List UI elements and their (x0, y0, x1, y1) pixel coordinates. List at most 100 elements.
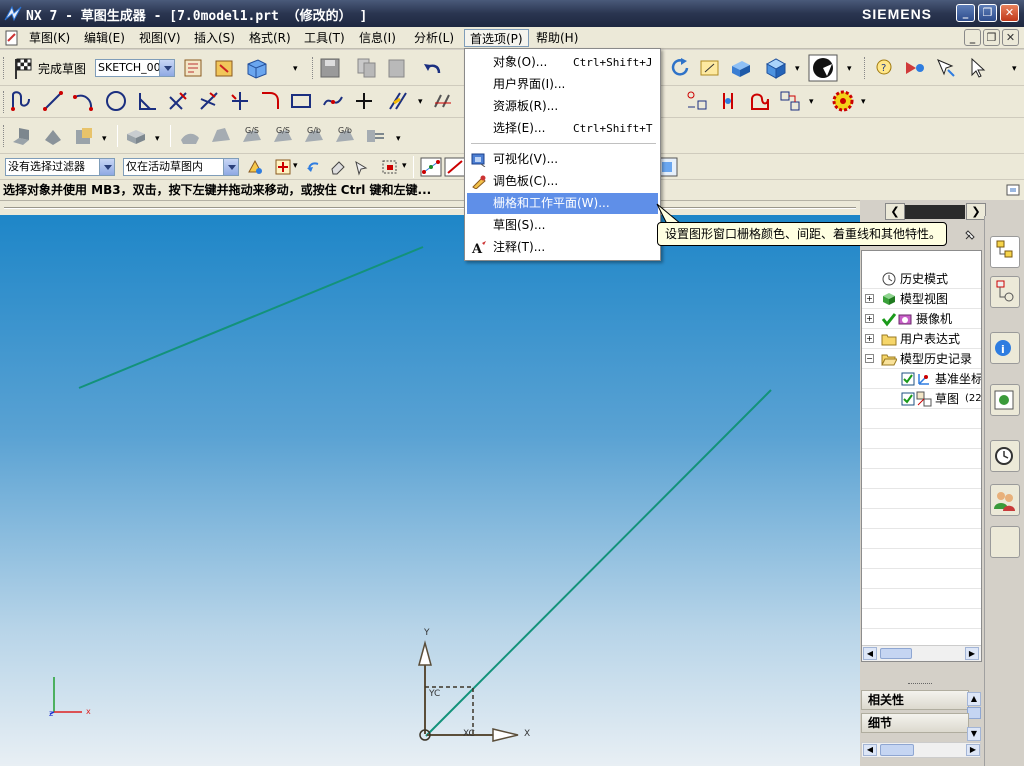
maximize-graphics-icon[interactable] (1005, 182, 1021, 198)
curve-dropdown-icon[interactable]: ▾ (418, 97, 423, 107)
selection-filter-select[interactable]: 没有选择过滤器 (5, 158, 115, 176)
tree-row-history-mode[interactable]: 历史模式 (862, 269, 981, 289)
graphics-window[interactable]: Y X YC XC x z (0, 215, 860, 766)
sketch-name-select[interactable]: SKETCH_000 (95, 59, 175, 77)
help-search-icon[interactable]: ? (872, 56, 896, 80)
menu-preferences[interactable]: 首选项(P) (464, 29, 529, 47)
selection-filter-icon[interactable] (934, 56, 958, 80)
shaded-cube-icon[interactable] (764, 56, 788, 80)
save-icon[interactable] (318, 56, 342, 80)
tree-hscrollbar[interactable]: ◀ ▶ (862, 645, 981, 661)
paste-icon[interactable] (385, 56, 409, 80)
menu-edit[interactable]: 编辑(E) (79, 29, 130, 47)
view-dropdown-icon[interactable]: ▾ (795, 64, 800, 74)
offset-curve-icon[interactable] (386, 89, 410, 113)
toolbar-overflow-icon[interactable]: ▾ (293, 64, 298, 74)
profile-icon[interactable] (9, 89, 33, 113)
sketch-line-2[interactable] (425, 389, 772, 737)
web-browser-tab[interactable] (990, 384, 1020, 416)
undo-select-icon[interactable] (304, 158, 322, 176)
details-scroll-down[interactable]: ▼ (967, 727, 981, 741)
scroll-thumb[interactable] (880, 744, 914, 756)
sweep-icon[interactable] (72, 124, 96, 148)
menu-item-palette[interactable]: 调色板(C)... (467, 171, 658, 192)
tree-row-user-expressions[interactable]: + 用户表达式 (862, 329, 981, 349)
circle-icon[interactable] (104, 89, 128, 113)
dependencies-section[interactable]: 相关性 (861, 690, 969, 710)
sketch-view-icon[interactable] (244, 56, 268, 80)
point-icon[interactable] (352, 89, 376, 113)
copy-icon[interactable] (355, 56, 379, 80)
chamfer-icon[interactable] (166, 89, 190, 113)
quick-extend-icon[interactable] (228, 89, 252, 113)
minimize-button[interactable]: _ (956, 4, 975, 22)
bridge-surface-icon[interactable] (364, 124, 388, 148)
tree-row-sketch[interactable]: 草图 (22 (862, 389, 981, 409)
close-button[interactable]: ✕ (1000, 4, 1019, 22)
tree-row-model-history[interactable]: − 模型历史记录 (862, 349, 981, 369)
nav-scroll-right-button[interactable]: ❯ (966, 203, 986, 220)
menu-item-grid-work-plane[interactable]: 栅格和工作平面(W)... (467, 193, 658, 214)
details-section[interactable]: 细节 (861, 713, 969, 733)
menu-item-user-interface[interactable]: 用户界面(I)... (467, 74, 658, 95)
pointer-icon[interactable] (966, 56, 990, 80)
undo-icon[interactable] (421, 56, 445, 80)
make-corner-icon[interactable] (258, 89, 282, 113)
history-tab[interactable] (990, 440, 1020, 472)
finish-sketch-label[interactable]: 完成草图 (38, 60, 86, 77)
menu-insert[interactable]: 插入(S) (189, 29, 240, 47)
reattach-icon[interactable] (213, 56, 237, 80)
menu-format[interactable]: 格式(R) (244, 29, 296, 47)
sketch-canvas[interactable]: Y X YC XC x z (0, 215, 860, 766)
color-wheel-icon[interactable] (831, 89, 855, 113)
g3-surface-icon[interactable]: G/b (333, 124, 357, 148)
checkbox-checked-icon[interactable] (901, 392, 915, 406)
pick-filter-icon[interactable] (352, 158, 370, 176)
quick-trim-icon[interactable] (197, 89, 221, 113)
menu-item-annotation[interactable]: A 注释(T)... (467, 237, 658, 258)
g2-surface-icon[interactable]: G/b (302, 124, 326, 148)
expand-icon[interactable]: + (865, 294, 874, 303)
toolbar-overflow-icon[interactable]: ▾ (861, 97, 866, 107)
details-hscrollbar[interactable]: ◀ ▶ (861, 742, 981, 758)
menu-view[interactable]: 视图(V) (134, 29, 186, 47)
feature-dropdown-icon[interactable]: ▾ (155, 134, 160, 144)
selection-scope-select[interactable]: 仅在活动草图内 (123, 158, 239, 176)
rectangle-icon[interactable] (289, 89, 313, 113)
scroll-right-arrow[interactable]: ▶ (966, 744, 980, 756)
menu-help[interactable]: 帮助(H) (531, 29, 583, 47)
dependencies-scroll-up[interactable]: ▲ (967, 692, 981, 706)
refresh-icon[interactable] (668, 56, 692, 80)
assembly-navigator-tab[interactable] (990, 236, 1020, 268)
toolbar-overflow-icon[interactable]: ▾ (396, 134, 401, 144)
checkbox-checked-icon[interactable] (901, 372, 915, 386)
empty-tab[interactable] (990, 526, 1020, 558)
tree-row-cameras[interactable]: + 摄像机 (862, 309, 981, 329)
scroll-left-arrow[interactable]: ◀ (863, 744, 877, 756)
menu-item-visualization[interactable]: 可视化(V)... (467, 149, 658, 170)
menu-item-resource-bar[interactable]: 资源板(R)... (467, 96, 658, 117)
fillet-icon[interactable] (136, 89, 160, 113)
menu-analysis[interactable]: 分析(L) (409, 29, 459, 47)
sketch-line-1[interactable] (78, 246, 424, 389)
part-navigator-tab[interactable]: i (990, 332, 1020, 364)
point-on-curve-icon[interactable] (685, 89, 709, 113)
g1-surface-icon[interactable]: G/S (271, 124, 295, 148)
select-dropdown-icon[interactable]: ▾ (402, 161, 407, 171)
doc-minimize-button[interactable]: _ (964, 29, 981, 46)
render-icon[interactable] (728, 56, 752, 80)
tree-row-model-views[interactable]: + 模型视图 (862, 289, 981, 309)
surface-icon[interactable] (178, 124, 202, 148)
doc-restore-button[interactable]: ❐ (983, 29, 1000, 46)
studio-spline-icon[interactable] (321, 89, 345, 113)
menu-sketch[interactable]: 草图(K) (24, 29, 75, 47)
constraint-icon[interactable] (431, 89, 455, 113)
scroll-thumb[interactable] (880, 648, 912, 659)
fit-icon[interactable] (698, 56, 722, 80)
nav-scroll-left-button[interactable]: ❮ (885, 203, 905, 220)
constraint-navigator-tab[interactable] (990, 276, 1020, 308)
rectangle-select-icon[interactable] (381, 158, 399, 176)
menu-item-selection[interactable]: 选择(E)... Ctrl+Shift+T (467, 118, 658, 139)
line-icon[interactable] (41, 89, 65, 113)
expand-icon[interactable]: + (865, 314, 874, 323)
